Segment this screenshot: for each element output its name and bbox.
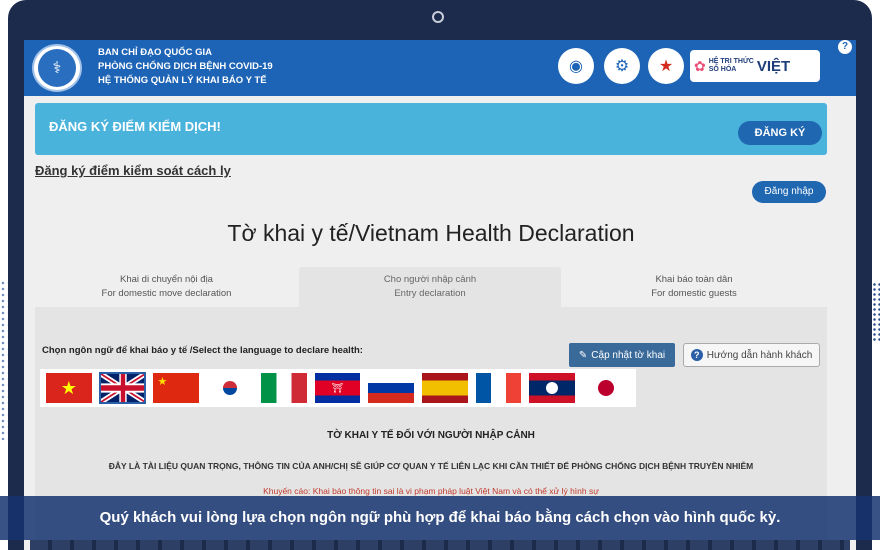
update-declaration-button[interactable]: ✎ Cập nhật tờ khai: [569, 343, 675, 367]
spain-flag[interactable]: [421, 372, 469, 404]
browser-screen: ⚕ BAN CHỈ ĐẠO QUỐC GIA PHÒNG CHỐNG DỊCH …: [24, 40, 856, 550]
colorful-dots-icon: ✿: [694, 57, 706, 74]
russia-flag[interactable]: [367, 372, 416, 404]
laptop-frame: ⚕ BAN CHỈ ĐẠO QUỐC GIA PHÒNG CHỐNG DỊCH …: [8, 0, 872, 550]
organization-name: BAN CHỈ ĐẠO QUỐC GIA PHÒNG CHỐNG DỊCH BỆ…: [98, 47, 273, 86]
camera-icon: [432, 11, 444, 23]
he-tri-thuc-logo[interactable]: ✿ HỆ TRI THỨC SỐ HÓA VIỆT: [690, 50, 820, 82]
language-label: Chọn ngôn ngữ để khai báo y tế /Select t…: [42, 345, 363, 356]
form-title: TỜ KHAI Y TẾ ĐỐI VỚI NGƯỜI NHẬP CẢNH: [327, 430, 535, 441]
edit-icon: ✎: [578, 349, 588, 361]
korea-flag[interactable]: [206, 372, 254, 404]
france-flag[interactable]: [474, 372, 523, 404]
legal-warning: Khuyến cáo: Khai báo thông tin sai là vi…: [263, 486, 599, 496]
tab-entry-declaration[interactable]: Cho người nhập cảnh Entry declaration: [299, 267, 561, 307]
partner-logo-1[interactable]: ◉: [558, 48, 594, 84]
japan-flag[interactable]: [582, 372, 630, 404]
tab-domestic-move[interactable]: Khai di chuyển nội địa For domestic move…: [35, 267, 298, 307]
national-emblem-logo[interactable]: ★: [648, 48, 684, 84]
laptop-keyboard: [30, 540, 850, 550]
site-header: ⚕ BAN CHỈ ĐẠO QUỐC GIA PHÒNG CHỐNG DỊCH …: [24, 40, 856, 96]
laos-flag[interactable]: [528, 372, 577, 404]
medical-caduceus-icon: ⚕: [38, 49, 76, 87]
tab-domestic-guests[interactable]: Khai báo toàn dân For domestic guests: [562, 267, 826, 307]
language-flag-list: ★ ★ ⛩: [40, 369, 636, 407]
video-caption: Quý khách vui lòng lựa chọn ngôn ngữ phù…: [0, 496, 880, 540]
banner-text: ĐĂNG KÝ ĐIỂM KIỂM DỊCH!: [49, 119, 221, 134]
question-circle-icon: ?: [690, 349, 703, 361]
uk-flag[interactable]: [98, 372, 147, 404]
page-title: Tờ khai y tế/Vietnam Health Declaration: [227, 220, 635, 246]
ministry-logo[interactable]: ⚕: [32, 44, 82, 92]
cambodia-flag[interactable]: ⛩: [313, 372, 362, 404]
quarantine-banner: ĐĂNG KÝ ĐIỂM KIỂM DỊCH! ĐĂNG KÝ: [35, 103, 827, 155]
help-icon[interactable]: ?: [838, 40, 852, 54]
login-button[interactable]: Đăng nhập: [752, 181, 826, 203]
vietnam-flag[interactable]: ★: [45, 372, 93, 404]
register-quarantine-link[interactable]: Đăng ký điểm kiểm soát cách ly: [35, 163, 231, 178]
china-flag[interactable]: ★: [152, 372, 201, 404]
form-note: ĐÂY LÀ TÀI LIỆU QUAN TRỌNG, THÔNG TIN CỦ…: [108, 461, 754, 471]
partner-logo-2[interactable]: ⚙: [604, 48, 640, 84]
passenger-guide-button[interactable]: ? Hướng dẫn hành khách: [683, 343, 820, 367]
italy-flag[interactable]: [259, 372, 308, 404]
register-button[interactable]: ĐĂNG KÝ: [738, 121, 822, 145]
